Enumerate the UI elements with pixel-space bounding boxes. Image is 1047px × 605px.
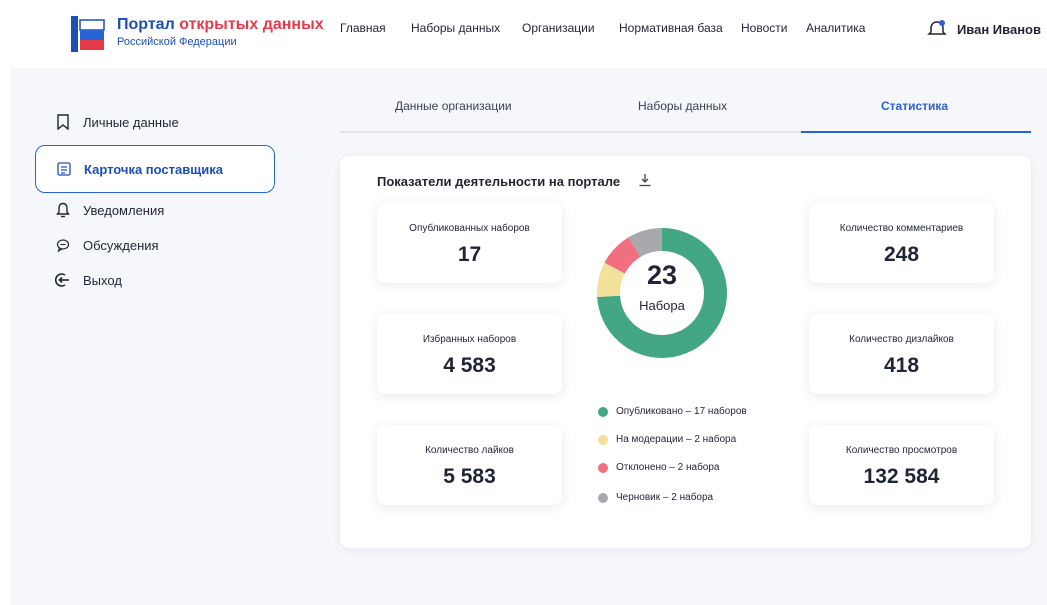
stat-card-value: 248 bbox=[883, 243, 920, 266]
stat-card-likes: Количество лайков 5 583 bbox=[377, 425, 562, 505]
legend-dot bbox=[598, 462, 608, 473]
legend-label: Опубликовано – 17 наборов bbox=[616, 406, 747, 417]
sidebar-item-label: Обсуждения bbox=[83, 237, 159, 253]
stat-card-label: Количество лайков bbox=[425, 445, 514, 456]
logo-title-part1: Портал bbox=[117, 16, 175, 33]
nav-item-datasets[interactable]: Наборы данных bbox=[411, 21, 500, 35]
sidebar-item-supplier-card[interactable]: Карточка поставщика bbox=[35, 145, 275, 193]
stat-card-published: Опубликованных наборов 17 bbox=[377, 203, 562, 283]
nav-item-regulations[interactable]: Нормативная база bbox=[619, 21, 723, 35]
stat-card-comments: Количество комментариев 248 bbox=[809, 203, 994, 283]
panel-title: Показатели деятельности на портале bbox=[377, 174, 621, 189]
legend-item-moderation: На модерации – 2 набора bbox=[598, 434, 736, 445]
bell-icon bbox=[55, 202, 71, 218]
sidebar-item-personal-data[interactable]: Личные данные bbox=[35, 104, 275, 140]
user-menu[interactable]: Иван Иванов bbox=[927, 19, 1041, 39]
tab-datasets[interactable]: Наборы данных bbox=[638, 99, 727, 113]
legend-label: Черновик – 2 набора bbox=[616, 492, 714, 503]
logo-title[interactable]: Портал открытых данных bbox=[117, 16, 324, 34]
stat-card-value: 418 bbox=[883, 354, 920, 377]
legend-label: Отклонено – 2 набора bbox=[616, 462, 720, 473]
sidebar-item-label: Личные данные bbox=[83, 114, 179, 130]
card-icon bbox=[56, 161, 72, 177]
chat-icon bbox=[55, 237, 71, 253]
download-icon[interactable] bbox=[638, 173, 652, 187]
stat-card-label: Количество дизлайков bbox=[849, 334, 954, 345]
logout-icon bbox=[55, 272, 71, 288]
stat-card-dislikes: Количество дизлайков 418 bbox=[809, 314, 994, 394]
active-tab-indicator bbox=[801, 131, 1031, 133]
sidebar-item-logout[interactable]: Выход bbox=[35, 262, 275, 298]
legend-item-rejected: Отклонено – 2 набора bbox=[598, 462, 719, 473]
stat-card-label: Опубликованных наборов bbox=[409, 223, 530, 234]
legend-dot bbox=[598, 406, 608, 417]
donut-subtitle: Набора bbox=[639, 298, 685, 313]
stat-card-value: 4 583 bbox=[443, 354, 496, 377]
stat-card-label: Избранных наборов bbox=[422, 334, 517, 345]
stat-card-label: Количество просмотров bbox=[845, 445, 958, 456]
legend-dot bbox=[598, 492, 608, 503]
logo-title-part2: открытых данных bbox=[179, 16, 324, 33]
nav-item-news[interactable]: Новости bbox=[741, 21, 787, 35]
stat-card-value: 5 583 bbox=[443, 465, 496, 488]
stat-card-views: Количество просмотров 132 584 bbox=[809, 425, 994, 505]
statistics-panel: Показатели деятельности на портале Опубл… bbox=[340, 156, 1031, 548]
legend-item-published: Опубликовано – 17 наборов bbox=[598, 406, 747, 417]
stat-card-value: 17 bbox=[457, 243, 482, 266]
nav-item-home[interactable]: Главная bbox=[340, 21, 386, 35]
sidebar-item-label: Уведомления bbox=[83, 202, 165, 218]
nav-item-organizations[interactable]: Организации bbox=[522, 21, 595, 35]
donut-total: 23 bbox=[646, 260, 678, 290]
nav-item-analytics[interactable]: Аналитика bbox=[806, 21, 865, 35]
user-name[interactable]: Иван Иванов bbox=[957, 22, 1041, 37]
donut-chart: 23 Набора bbox=[597, 204, 727, 382]
legend-label: На модерации – 2 набора bbox=[616, 434, 737, 445]
stat-card-label: Количество комментариев bbox=[839, 223, 964, 234]
tab-organization-data[interactable]: Данные организации bbox=[395, 99, 512, 113]
logo-subtitle: Российской Федерации bbox=[117, 36, 237, 48]
top-header: Портал открытых данных Российской Федера… bbox=[0, 0, 1047, 62]
sidebar-item-label: Карточка поставщика bbox=[84, 161, 223, 177]
sidebar-item-notifications[interactable]: Уведомления bbox=[35, 192, 275, 228]
bell-icon[interactable] bbox=[927, 19, 947, 39]
legend-dot bbox=[598, 434, 608, 445]
sidebar-item-label: Выход bbox=[83, 272, 122, 288]
sidebar-item-discussions[interactable]: Обсуждения bbox=[35, 227, 275, 263]
legend-item-draft: Черновик – 2 набора bbox=[598, 492, 713, 503]
donut-chart-svg bbox=[597, 228, 727, 358]
bookmark-icon bbox=[55, 114, 71, 130]
tab-statistics[interactable]: Статистика bbox=[881, 99, 948, 113]
stat-card-value: 132 584 bbox=[863, 465, 940, 488]
tab-bar: Данные организации Наборы данных Статист… bbox=[340, 87, 1031, 133]
stat-card-favorites: Избранных наборов 4 583 bbox=[377, 314, 562, 394]
book-flag-icon[interactable] bbox=[70, 14, 106, 54]
